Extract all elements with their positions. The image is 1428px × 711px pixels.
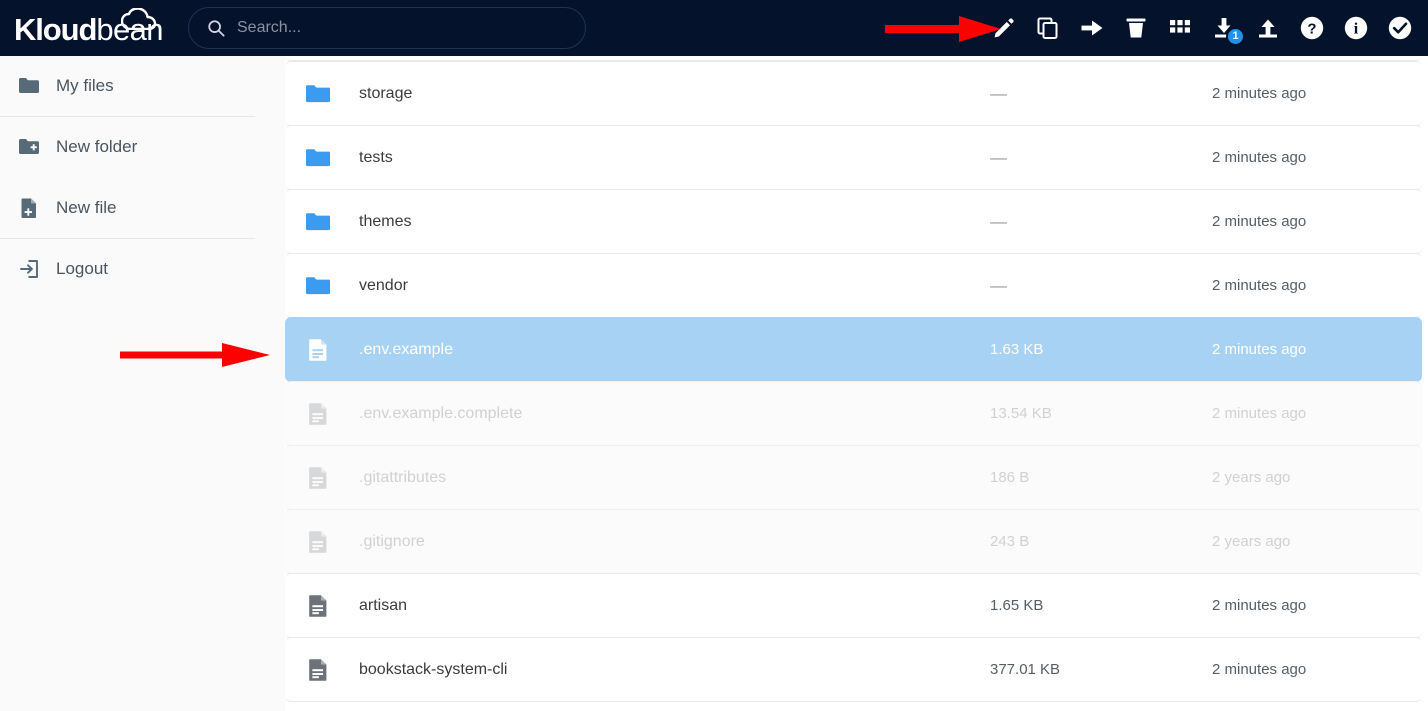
file-date: 2 years ago <box>1212 533 1291 550</box>
header-toolbar: 1 ? i <box>982 0 1422 56</box>
file-icon <box>305 593 331 619</box>
file-icon <box>305 401 331 427</box>
file-size: 13.54 KB <box>990 405 1052 422</box>
file-size: — <box>990 147 1007 167</box>
edit-icon <box>994 18 1014 38</box>
sidebar-item-new-file[interactable]: New file <box>0 178 285 238</box>
file-size: 186 B <box>990 469 1030 486</box>
sidebar-item-logout[interactable]: Logout <box>0 239 285 299</box>
search-icon <box>208 20 225 37</box>
file-date: 2 minutes ago <box>1212 597 1307 614</box>
file-size: — <box>990 83 1007 103</box>
trash-icon <box>1126 18 1146 38</box>
file-size: 1.63 KB <box>990 341 1044 358</box>
file-name: storage <box>359 84 413 102</box>
copy-icon <box>1037 17 1058 39</box>
search-input[interactable] <box>237 16 567 40</box>
file-manager-app: Kloud bean Search... 1 ? i My files New … <box>0 0 1428 711</box>
folder-icon <box>18 75 40 97</box>
file-name: .env.example <box>359 340 453 358</box>
file-plus-icon <box>18 197 40 219</box>
sidebar: My files New folder New file Logout <box>0 56 285 711</box>
file-date: 2 minutes ago <box>1212 149 1307 166</box>
file-name: artisan <box>359 596 408 614</box>
edit-button[interactable] <box>982 6 1026 50</box>
table-row[interactable]: .gitignore 243 B 2 years ago <box>285 509 1422 574</box>
file-date: 2 minutes ago <box>1212 341 1307 358</box>
sidebar-item-my-files[interactable]: My files <box>0 56 285 116</box>
app-header: Kloud bean Search... 1 ? i <box>0 0 1428 56</box>
table-row-selected[interactable]: .env.example 1.63 KB 2 minutes ago <box>285 317 1422 382</box>
search-box[interactable] <box>188 7 586 49</box>
file-size: 1.65 KB <box>990 597 1044 614</box>
file-size: — <box>990 275 1007 295</box>
move-button[interactable] <box>1070 6 1114 50</box>
folder-icon <box>305 145 331 171</box>
table-row[interactable]: vendor — 2 minutes ago <box>285 253 1422 318</box>
table-row[interactable]: themes — 2 minutes ago <box>285 189 1422 254</box>
sidebar-item-label: New file <box>56 198 117 217</box>
arrow-right-icon <box>1081 20 1103 36</box>
file-icon <box>305 337 331 363</box>
logo-text-primary: Kloud <box>14 12 97 47</box>
delete-button[interactable] <box>1114 6 1158 50</box>
upload-button[interactable] <box>1246 6 1290 50</box>
file-icon <box>305 465 331 491</box>
svg-text:?: ? <box>1307 21 1316 38</box>
file-name: vendor <box>359 276 408 294</box>
table-row[interactable]: .gitattributes 186 B 2 years ago <box>285 445 1422 510</box>
table-row[interactable]: bookstack-system-cli 377.01 KB 2 minutes… <box>285 637 1422 702</box>
sidebar-item-new-folder[interactable]: New folder <box>0 117 285 177</box>
file-icon <box>305 657 331 683</box>
check-circle-icon <box>1388 16 1412 40</box>
kloudbean-logo[interactable]: Kloud bean <box>14 8 163 47</box>
folder-icon <box>305 81 331 107</box>
file-date: 2 minutes ago <box>1212 277 1307 294</box>
help-icon: ? <box>1300 16 1324 40</box>
file-list: storage — 2 minutes ago tests — 2 minute… <box>285 56 1428 711</box>
file-name: .env.example.complete <box>359 404 523 422</box>
sidebar-item-label: New folder <box>56 137 138 156</box>
info-icon: i <box>1344 16 1368 40</box>
help-button[interactable]: ? <box>1290 6 1334 50</box>
file-name: tests <box>359 148 393 166</box>
download-button[interactable]: 1 <box>1202 6 1246 50</box>
file-size: — <box>990 211 1007 231</box>
folder-icon <box>305 209 331 235</box>
cloud-icon <box>121 8 157 30</box>
info-button[interactable]: i <box>1334 6 1378 50</box>
file-name: .gitignore <box>359 532 425 550</box>
grid-view-button[interactable] <box>1158 6 1202 50</box>
folder-icon <box>305 273 331 299</box>
table-row[interactable]: tests — 2 minutes ago <box>285 125 1422 190</box>
file-size: 377.01 KB <box>990 661 1061 678</box>
file-date: 2 minutes ago <box>1212 661 1307 678</box>
copy-button[interactable] <box>1026 6 1070 50</box>
file-date: 2 minutes ago <box>1212 213 1307 230</box>
sidebar-item-label: My files <box>56 76 114 95</box>
file-name: .gitattributes <box>359 468 447 486</box>
file-date: 2 minutes ago <box>1212 85 1307 102</box>
upload-icon <box>1259 19 1277 38</box>
logout-icon <box>18 258 40 280</box>
grid-icon <box>1170 20 1190 33</box>
file-date: 2 minutes ago <box>1212 405 1307 422</box>
table-row[interactable]: .env.example.complete 13.54 KB 2 minutes… <box>285 381 1422 446</box>
file-size: 243 B <box>990 533 1030 550</box>
download-badge: 1 <box>1226 27 1245 46</box>
folder-plus-icon <box>18 136 40 158</box>
file-name: bookstack-system-cli <box>359 660 508 678</box>
sidebar-item-label: Logout <box>56 259 108 278</box>
svg-text:i: i <box>1354 21 1359 38</box>
table-row[interactable]: artisan 1.65 KB 2 minutes ago <box>285 573 1422 638</box>
file-name: themes <box>359 212 412 230</box>
file-date: 2 years ago <box>1212 469 1291 486</box>
file-icon <box>305 529 331 555</box>
table-row[interactable]: storage — 2 minutes ago <box>285 61 1422 126</box>
select-all-button[interactable] <box>1378 6 1422 50</box>
